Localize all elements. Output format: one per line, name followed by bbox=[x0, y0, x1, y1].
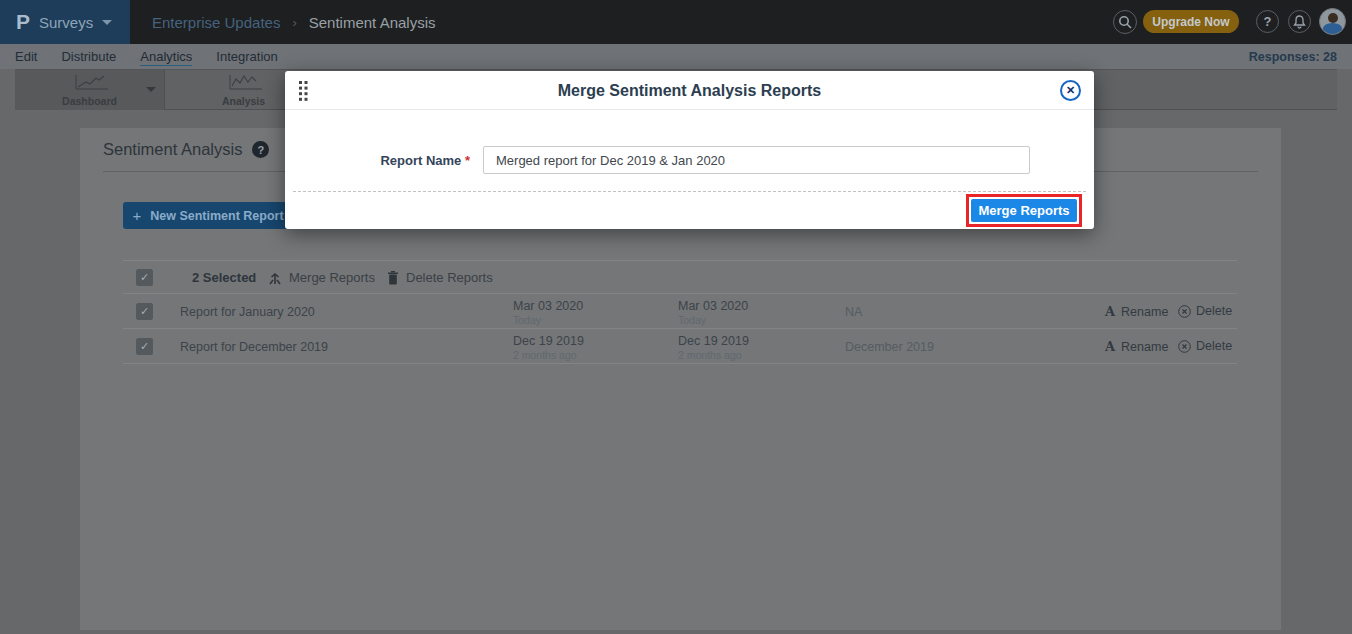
breadcrumb-survey[interactable]: Enterprise Updates bbox=[152, 14, 280, 31]
top-navbar: P Surveys Enterprise Updates › Sentiment… bbox=[0, 0, 1352, 44]
report-created: Mar 03 2020 Today bbox=[513, 299, 583, 326]
delete-label: Delete bbox=[1196, 339, 1232, 353]
selected-count: 2 Selected bbox=[192, 270, 256, 285]
rename-label: Rename bbox=[1121, 340, 1168, 354]
dialog-separator bbox=[293, 191, 1086, 192]
report-period: December 2019 bbox=[845, 340, 934, 354]
product-switcher[interactable]: P Surveys bbox=[0, 0, 130, 44]
chevron-down-icon bbox=[102, 20, 112, 25]
created-date: Mar 03 2020 bbox=[513, 299, 583, 313]
report-name[interactable]: Report for December 2019 bbox=[180, 340, 328, 354]
selection-header-row: ✓ 2 Selected Merge Reports Delete Report… bbox=[123, 260, 1237, 293]
rename-icon: A bbox=[1105, 339, 1115, 354]
delete-reports-action[interactable]: Delete Reports bbox=[388, 261, 493, 294]
page: P Surveys Enterprise Updates › Sentiment… bbox=[0, 0, 1352, 634]
breadcrumb-current: Sentiment Analysis bbox=[309, 14, 436, 31]
breadcrumb: Enterprise Updates › Sentiment Analysis bbox=[152, 0, 435, 44]
dialog-header: Merge Sentiment Analysis Reports ✕ bbox=[285, 71, 1094, 110]
delete-circle-icon bbox=[1178, 305, 1191, 318]
rename-action[interactable]: A Rename bbox=[1105, 304, 1168, 319]
tab-dashboard[interactable]: Dashboard bbox=[15, 70, 165, 110]
upgrade-now-button[interactable]: Upgrade Now bbox=[1143, 10, 1239, 33]
row-checkbox[interactable]: ✓ bbox=[136, 303, 153, 320]
annotation-highlight: Merge Reports bbox=[966, 194, 1082, 227]
delete-reports-label: Delete Reports bbox=[406, 270, 493, 285]
delete-label: Delete bbox=[1196, 304, 1232, 318]
new-sentiment-report-label: New Sentiment Report bbox=[150, 209, 283, 223]
report-period: NA bbox=[845, 305, 862, 319]
report-row-1: ✓ Report for January 2020 Mar 03 2020 To… bbox=[123, 293, 1237, 328]
menu-analytics[interactable]: Analytics bbox=[140, 49, 192, 64]
menu-integration[interactable]: Integration bbox=[216, 49, 277, 64]
report-name-input[interactable] bbox=[483, 146, 1030, 174]
report-row-2: ✓ Report for December 2019 Dec 19 2019 2… bbox=[123, 328, 1237, 363]
delete-circle-icon bbox=[1178, 340, 1191, 353]
modified-relative: Today bbox=[678, 314, 748, 326]
report-modified: Dec 19 2019 2 months ago bbox=[678, 334, 749, 361]
notifications-bell-icon[interactable] bbox=[1288, 10, 1311, 33]
delete-action[interactable]: Delete bbox=[1178, 339, 1232, 353]
report-name-label: Report Name * bbox=[285, 153, 470, 168]
report-name[interactable]: Report for January 2020 bbox=[180, 305, 315, 319]
merge-reports-label: Merge Reports bbox=[289, 270, 375, 285]
product-label: Surveys bbox=[39, 14, 93, 31]
search-icon[interactable] bbox=[1113, 10, 1137, 34]
reports-table: ✓ 2 Selected Merge Reports Delete Report… bbox=[123, 260, 1237, 364]
required-asterisk: * bbox=[465, 153, 470, 168]
created-relative: 2 months ago bbox=[513, 349, 584, 361]
dashboard-chart-icon bbox=[15, 74, 164, 95]
delete-action[interactable]: Delete bbox=[1178, 304, 1232, 318]
page-title: Sentiment Analysis bbox=[103, 140, 242, 159]
modified-date: Dec 19 2019 bbox=[678, 334, 749, 348]
dialog-close-icon[interactable]: ✕ bbox=[1060, 80, 1081, 101]
report-modified: Mar 03 2020 Today bbox=[678, 299, 748, 326]
created-relative: Today bbox=[513, 314, 583, 326]
report-created: Dec 19 2019 2 months ago bbox=[513, 334, 584, 361]
new-sentiment-report-button[interactable]: + New Sentiment Report bbox=[123, 202, 293, 229]
created-date: Dec 19 2019 bbox=[513, 334, 584, 348]
rename-label: Rename bbox=[1121, 305, 1168, 319]
trash-icon bbox=[388, 271, 398, 285]
rename-icon: A bbox=[1105, 304, 1115, 319]
dialog-title: Merge Sentiment Analysis Reports bbox=[285, 82, 1094, 100]
merge-reports-action[interactable]: Merge Reports bbox=[269, 261, 375, 294]
survey-menubar: Edit Distribute Analytics Integration Re… bbox=[0, 44, 1352, 69]
merge-reports-button[interactable]: Merge Reports bbox=[971, 199, 1077, 222]
modified-date: Mar 03 2020 bbox=[678, 299, 748, 313]
rename-action[interactable]: A Rename bbox=[1105, 339, 1168, 354]
tab-dashboard-caret-icon[interactable] bbox=[146, 87, 156, 92]
select-all-checkbox[interactable]: ✓ bbox=[136, 269, 153, 286]
user-avatar[interactable] bbox=[1319, 8, 1346, 35]
row-checkbox[interactable]: ✓ bbox=[136, 338, 153, 355]
menu-edit[interactable]: Edit bbox=[15, 49, 37, 64]
plus-icon: + bbox=[132, 207, 141, 224]
help-icon[interactable]: ? bbox=[1256, 10, 1279, 33]
questionpro-logo-icon: P bbox=[16, 10, 30, 34]
title-help-icon[interactable]: ? bbox=[252, 141, 269, 158]
merge-reports-dialog: Merge Sentiment Analysis Reports ✕ Repor… bbox=[285, 71, 1094, 229]
breadcrumb-separator-icon: › bbox=[292, 15, 296, 30]
responses-count[interactable]: Responses: 28 bbox=[1249, 50, 1337, 64]
tab-dashboard-label: Dashboard bbox=[15, 95, 164, 107]
menu-distribute[interactable]: Distribute bbox=[61, 49, 116, 64]
merge-icon bbox=[269, 271, 281, 285]
modified-relative: 2 months ago bbox=[678, 349, 749, 361]
